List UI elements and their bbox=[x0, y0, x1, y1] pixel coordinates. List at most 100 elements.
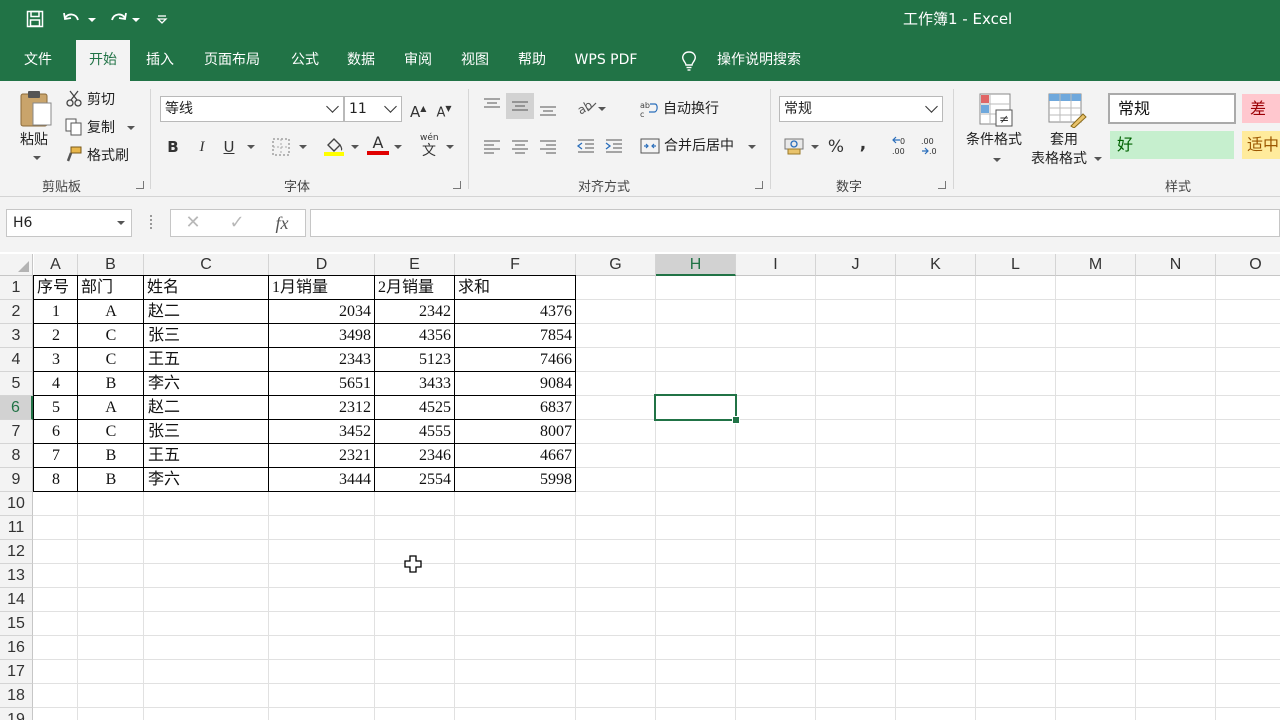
paste-dropdown-icon[interactable] bbox=[33, 156, 41, 160]
table-header-cell[interactable]: 姓名 bbox=[144, 276, 269, 300]
cut-button[interactable]: 剪切 bbox=[87, 91, 115, 109]
border-icon[interactable] bbox=[272, 138, 290, 160]
align-bottom-icon[interactable] bbox=[538, 101, 558, 121]
table-cell[interactable]: C bbox=[78, 420, 144, 444]
table-cell[interactable]: 5123 bbox=[375, 348, 455, 372]
table-cell[interactable]: 4667 bbox=[455, 444, 576, 468]
row-header-5[interactable]: 5 bbox=[0, 372, 33, 396]
align-top-icon[interactable] bbox=[482, 97, 502, 117]
fill-color-dropdown-icon[interactable] bbox=[351, 145, 359, 149]
increase-decimal-icon[interactable]: 0.00 bbox=[891, 136, 913, 160]
table-cell[interactable]: 7854 bbox=[455, 324, 576, 348]
table-cell[interactable]: 3 bbox=[34, 348, 78, 372]
column-header-f[interactable]: F bbox=[455, 254, 576, 276]
number-launcher-icon[interactable] bbox=[938, 181, 946, 189]
font-color-icon[interactable]: A bbox=[367, 133, 389, 157]
table-header-cell[interactable]: 部门 bbox=[78, 276, 144, 300]
worksheet-grid[interactable]: A B C D E F G H I J K L M N O 1 2 3 4 5 6 7 8 9 10 11 12 13 14 15 16 17… bbox=[0, 252, 1280, 720]
table-cell[interactable]: 1 bbox=[34, 300, 78, 324]
style-good[interactable]: 好 bbox=[1110, 131, 1234, 159]
column-header-e[interactable]: E bbox=[375, 254, 455, 276]
table-cell[interactable]: 3433 bbox=[375, 372, 455, 396]
save-icon[interactable] bbox=[26, 10, 44, 30]
row-header-14[interactable]: 14 bbox=[0, 588, 33, 612]
phonetic-dropdown-icon[interactable] bbox=[446, 145, 454, 149]
tell-me-search[interactable]: 操作说明搜索 bbox=[706, 40, 812, 81]
table-header-cell[interactable]: 1月销量 bbox=[269, 276, 375, 300]
row-header-7[interactable]: 7 bbox=[0, 420, 33, 444]
column-header-j[interactable]: J bbox=[816, 254, 896, 276]
tab-review[interactable]: 审阅 bbox=[396, 40, 440, 81]
lightbulb-icon[interactable] bbox=[680, 51, 698, 75]
row-header-4[interactable]: 4 bbox=[0, 348, 33, 372]
merge-dropdown-icon[interactable] bbox=[748, 145, 756, 149]
selected-cell-indicator[interactable] bbox=[654, 394, 740, 424]
column-header-g[interactable]: G bbox=[576, 254, 656, 276]
border-dropdown-icon[interactable] bbox=[299, 145, 307, 149]
table-cell[interactable]: B bbox=[78, 468, 144, 492]
table-cell[interactable]: 2034 bbox=[269, 300, 375, 324]
align-left-icon[interactable] bbox=[482, 138, 502, 158]
row-header-9[interactable]: 9 bbox=[0, 468, 33, 492]
undo-icon[interactable] bbox=[62, 10, 84, 30]
table-cell[interactable]: 2321 bbox=[269, 444, 375, 468]
row-header-16[interactable]: 16 bbox=[0, 636, 33, 660]
column-header-k[interactable]: K bbox=[896, 254, 976, 276]
column-header-o[interactable]: O bbox=[1216, 254, 1280, 276]
row-header-13[interactable]: 13 bbox=[0, 564, 33, 588]
italic-button[interactable]: I bbox=[193, 137, 211, 157]
table-cell[interactable]: 6837 bbox=[455, 396, 576, 420]
table-cell[interactable]: 赵二 bbox=[144, 300, 269, 324]
table-cell[interactable]: 2343 bbox=[269, 348, 375, 372]
column-header-b[interactable]: B bbox=[78, 254, 144, 276]
table-cell[interactable]: 6 bbox=[34, 420, 78, 444]
column-header-i[interactable]: I bbox=[736, 254, 816, 276]
column-header-d[interactable]: D bbox=[269, 254, 375, 276]
copy-dropdown-icon[interactable] bbox=[127, 126, 135, 130]
table-cell[interactable]: 2 bbox=[34, 324, 78, 348]
copy-button[interactable]: 复制 bbox=[87, 119, 115, 137]
table-cell[interactable]: 张三 bbox=[144, 420, 269, 444]
row-header-10[interactable]: 10 bbox=[0, 492, 33, 516]
table-header-cell[interactable]: 求和 bbox=[455, 276, 576, 300]
table-cell[interactable]: 王五 bbox=[144, 348, 269, 372]
alignment-launcher-icon[interactable] bbox=[755, 181, 763, 189]
confirm-entry-icon[interactable]: ✓ bbox=[227, 213, 247, 233]
table-cell[interactable]: 7466 bbox=[455, 348, 576, 372]
table-cell[interactable]: 2312 bbox=[269, 396, 375, 420]
decrease-decimal-icon[interactable]: .00.0 bbox=[920, 136, 942, 160]
row-header-18[interactable]: 18 bbox=[0, 684, 33, 708]
table-cell[interactable]: 5998 bbox=[455, 468, 576, 492]
table-cell[interactable]: A bbox=[78, 300, 144, 324]
column-header-m[interactable]: M bbox=[1056, 254, 1136, 276]
underline-button[interactable]: U bbox=[220, 137, 238, 157]
format-painter-button[interactable]: 格式刷 bbox=[87, 147, 129, 165]
table-cell[interactable]: C bbox=[78, 324, 144, 348]
table-header-cell[interactable]: 2月销量 bbox=[375, 276, 455, 300]
formula-bar-grip-icon[interactable] bbox=[150, 215, 153, 229]
orientation-icon[interactable]: ab bbox=[575, 97, 598, 119]
undo-dropdown-icon[interactable] bbox=[88, 18, 96, 22]
table-cell[interactable]: 8 bbox=[34, 468, 78, 492]
redo-icon[interactable] bbox=[106, 10, 128, 30]
row-header-19[interactable]: 19 bbox=[0, 708, 33, 720]
table-cell[interactable]: A bbox=[78, 396, 144, 420]
table-cell[interactable]: 王五 bbox=[144, 444, 269, 468]
tab-insert[interactable]: 插入 bbox=[136, 40, 184, 81]
column-header-h[interactable]: H bbox=[656, 254, 736, 276]
font-size-select[interactable]: 11 bbox=[344, 96, 402, 122]
tab-wps-pdf[interactable]: WPS PDF bbox=[566, 40, 646, 81]
tab-data[interactable]: 数据 bbox=[338, 40, 384, 81]
style-neutral[interactable]: 适中 bbox=[1242, 131, 1280, 159]
table-cell[interactable]: 2346 bbox=[375, 444, 455, 468]
conditional-formatting-icon[interactable]: ≠ bbox=[978, 92, 1016, 132]
row-header-11[interactable]: 11 bbox=[0, 516, 33, 540]
format-painter-icon[interactable] bbox=[65, 146, 83, 168]
table-cell[interactable]: 4356 bbox=[375, 324, 455, 348]
cancel-entry-icon[interactable]: ✕ bbox=[183, 213, 203, 233]
row-header-8[interactable]: 8 bbox=[0, 444, 33, 468]
insert-function-icon[interactable]: fx bbox=[271, 213, 293, 233]
decrease-indent-icon[interactable] bbox=[576, 138, 596, 158]
redo-dropdown-icon[interactable] bbox=[132, 18, 140, 22]
underline-dropdown-icon[interactable] bbox=[247, 145, 255, 149]
